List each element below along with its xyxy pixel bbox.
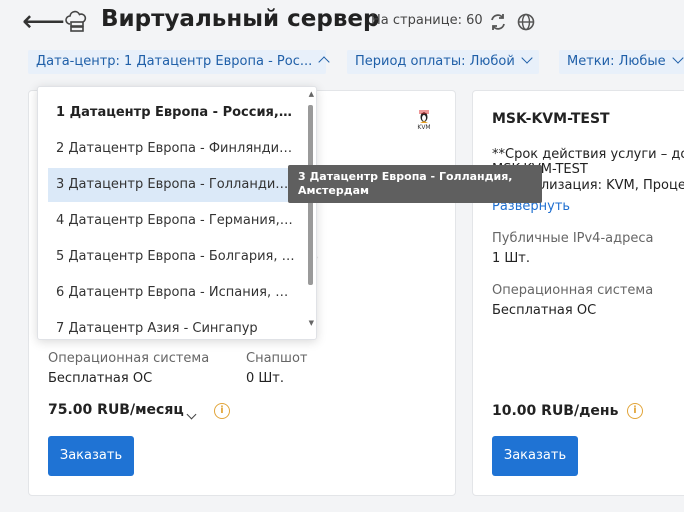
ipv4-label: Публичные IPv4-адреса [492, 231, 654, 246]
scroll-up-icon[interactable]: ▲ [309, 90, 314, 98]
order-button[interactable]: Заказать [492, 436, 578, 476]
order-button[interactable]: Заказать [48, 436, 134, 476]
price-period-toggle[interactable] [186, 403, 197, 422]
datacenter-filter[interactable]: Дата-центр: 1 Датацентр Европа - Рос... [28, 50, 330, 74]
cloud-server-icon [65, 10, 87, 32]
price: 75.00 RUB/месяц [48, 402, 184, 418]
period-filter[interactable]: Период оплаты: Любой [347, 50, 539, 74]
refresh-icon[interactable] [488, 12, 508, 32]
price: 10.00 RUB/день [492, 403, 619, 419]
page-title: Виртуальный сервер [101, 6, 380, 32]
snapshot-label: Снапшот [246, 351, 308, 366]
os-value: Бесплатная ОС [492, 303, 597, 318]
tariff-title: MSK-KVM-TEST [492, 111, 610, 127]
dropdown-option[interactable]: 7 Датацентр Азия - Сингапур [48, 312, 296, 339]
dropdown-option[interactable]: 1 Датацентр Европа - Россия, Москва [48, 96, 296, 130]
back-arrow-icon[interactable]: ⟵ [22, 4, 65, 40]
snapshot-value: 0 Шт. [246, 371, 285, 386]
dropdown-option[interactable]: 6 Датацентр Европа - Испания, Мадрид [48, 276, 296, 310]
dropdown-option[interactable]: 2 Датацентр Европа - Финляндия, Хельсинк… [48, 132, 296, 166]
os-value: Бесплатная ОС [48, 371, 153, 386]
info-icon[interactable]: i [627, 403, 643, 419]
ipv4-value: 1 Шт. [492, 251, 531, 266]
chevron-down-icon [521, 52, 533, 64]
dropdown-option[interactable]: 5 Датацентр Европа - Болгария, София [48, 240, 296, 274]
datacenter-dropdown[interactable]: 1 Датацентр Европа - Россия, Москва 2 Да… [37, 86, 317, 340]
chevron-up-icon [318, 56, 330, 68]
tariff-description: **Срок действия услуги – до М [492, 147, 684, 162]
chevron-down-icon [671, 52, 684, 64]
per-page-selector[interactable]: На странице: 60 [371, 13, 483, 28]
tags-filter[interactable]: Метки: Любые [559, 50, 684, 74]
info-icon[interactable]: i [214, 403, 230, 419]
tags-filter-label: Метки: Любые [567, 54, 666, 69]
tooltip: 3 Датацентр Европа - Голландия, Амстерда… [288, 165, 542, 203]
kvm-logo-text: KVM [417, 124, 431, 131]
dropdown-option[interactable]: 4 Датацентр Европа - Германия, Франкфурт [48, 204, 296, 238]
os-label: Операционная система [492, 283, 654, 298]
dropdown-option[interactable]: 3 Датацентр Европа - Голландия, Амстерда… [48, 168, 296, 202]
scroll-down-icon[interactable]: ▼ [309, 319, 314, 327]
period-filter-label: Период оплаты: Любой [355, 54, 515, 69]
globe-icon[interactable] [516, 12, 536, 32]
chevron-down-icon [186, 409, 197, 420]
datacenter-filter-label: Дата-центр: 1 Датацентр Европа - Рос... [36, 54, 313, 69]
os-label: Операционная система [48, 351, 210, 366]
